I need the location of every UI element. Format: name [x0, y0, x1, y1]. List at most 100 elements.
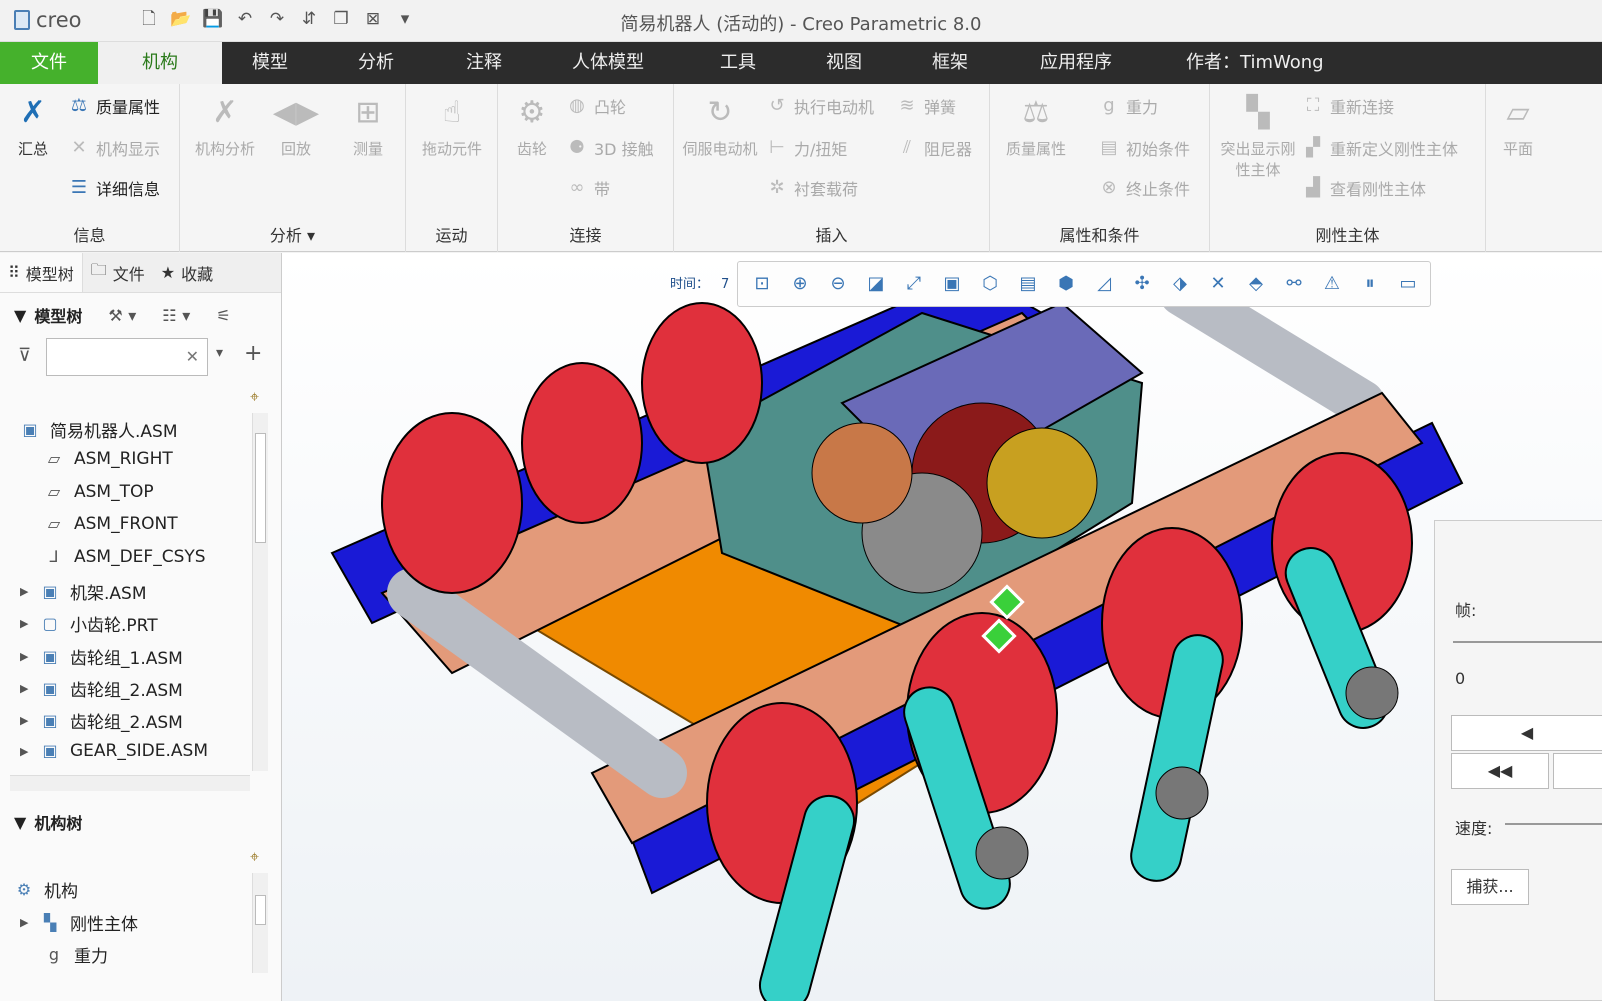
tree-item-pinion-prt[interactable]: ▶ ▢ 小齿轮.PRT [20, 611, 158, 637]
perspective-icon[interactable]: ⤢ [898, 268, 930, 300]
datum-display-icon[interactable]: ◿ [1088, 268, 1120, 300]
bushing-load-button[interactable]: ✲ 衬套载荷 [766, 176, 858, 200]
initial-condition-button[interactable]: ▤ 初始条件 [1098, 136, 1190, 160]
clear-search-icon[interactable]: ✕ [186, 347, 199, 366]
tree-item-gearset-2[interactable]: ▶ ▣ 齿轮组_2.ASM [20, 676, 183, 702]
mechanism-display-button[interactable]: ✕ 机构显示 [68, 136, 160, 160]
tree-columns-icon[interactable]: ☷ ▾ [162, 306, 190, 325]
gravity-button[interactable]: g 重力 [1098, 94, 1158, 118]
pin-icon[interactable]: ⌖ [250, 847, 259, 867]
tree-filters-icon[interactable]: ⚟ [216, 306, 230, 325]
tree-item-asm-front[interactable]: ▱ ASM_FRONT [44, 514, 178, 534]
spring-button[interactable]: ≋ 弹簧 [896, 94, 956, 118]
view-bodies-button[interactable]: ▟ 查看刚性主体 [1302, 176, 1426, 200]
saved-orientations-icon[interactable]: ⬡ [974, 268, 1006, 300]
add-filter-icon[interactable]: + [244, 341, 262, 366]
tab-favorites[interactable]: ★ 收藏 [153, 253, 221, 292]
tree-item-asm-def-csys[interactable]: ⅃ ASM_DEF_CSYS [44, 547, 206, 567]
tab-model[interactable]: 模型 [252, 42, 288, 84]
model-tree-hscrollbar[interactable] [10, 775, 250, 791]
next-control-button[interactable] [1553, 753, 1602, 789]
mech-tree-item-gravity[interactable]: g 重力 [44, 942, 108, 968]
repaint-icon[interactable]: ◪ [860, 268, 892, 300]
scrollbar-thumb[interactable] [255, 895, 266, 925]
connection-display-icon[interactable]: ✕ [1202, 268, 1234, 300]
summary-button[interactable]: ✗ 汇总 [8, 92, 58, 159]
speed-slider[interactable] [1505, 823, 1602, 825]
capture-button[interactable]: 捕获... [1451, 869, 1529, 905]
mass-properties-button[interactable]: ⚖ 质量属性 [996, 92, 1076, 159]
scrollbar-thumb[interactable] [255, 433, 266, 543]
model-tree-scrollbar[interactable] [252, 413, 268, 771]
measure-button[interactable]: ⊞ 测量 [340, 92, 396, 159]
section-icon[interactable]: ⬢ [1050, 268, 1082, 300]
mechanism-analysis-button[interactable]: ✗ 机构分析 [190, 92, 260, 159]
force-motor-button[interactable]: ↺ 执行电动机 [766, 94, 874, 118]
reconnect-button[interactable]: ⛶ 重新连接 [1302, 94, 1394, 118]
3d-contact-button[interactable]: ⚈ 3D 接触 [566, 136, 654, 160]
gears-button[interactable]: ⚙ 齿轮 [504, 92, 560, 159]
tab-model-tree[interactable]: ⠿ 模型树 [0, 253, 83, 292]
tree-search-input[interactable]: ✕ [46, 338, 208, 376]
tree-settings-icon[interactable]: ⚒ ▾ [108, 306, 136, 325]
body-display-icon[interactable]: ⬘ [1240, 268, 1272, 300]
tab-analysis[interactable]: 分析 [358, 42, 394, 84]
tab-folder-browser[interactable]: 🗀 文件 [83, 253, 153, 292]
tree-item-frame-asm[interactable]: ▶ ▣ 机架.ASM [20, 579, 147, 605]
search-options-icon[interactable]: ▾ [216, 345, 223, 361]
pause-icon[interactable]: ⏸ [1354, 268, 1386, 300]
play-backward-button[interactable]: ◀ [1451, 715, 1602, 751]
tree-item-gearset-1[interactable]: ▶ ▣ 齿轮组_1.ASM [20, 644, 183, 670]
rigid-body-icon: ▚ [43, 912, 57, 932]
tab-framework[interactable]: 框架 [932, 42, 968, 84]
display-style-icon[interactable]: ▣ [936, 268, 968, 300]
more-tools-icon[interactable]: ▭ [1392, 268, 1424, 300]
drag-components-button[interactable]: ☝ 拖动元件 [412, 92, 492, 159]
tree-item-root-asm[interactable]: ▣ 简易机器人.ASM [20, 417, 177, 443]
cam-button[interactable]: ◍ 凸轮 [566, 94, 626, 118]
mechanism-tree-header[interactable]: ▼ 机构树 [14, 810, 82, 834]
mech-tree-item-mechanism[interactable]: ⚙ 机构 [14, 877, 78, 903]
group-label-analysis[interactable]: 分析 ▾ [180, 222, 405, 246]
mass-properties-info-button[interactable]: ⚖ 质量属性 [68, 94, 160, 118]
termination-condition-button[interactable]: ⊗ 终止条件 [1098, 176, 1190, 200]
tab-annotate[interactable]: 注释 [466, 42, 502, 84]
csys-icon: ⅃ [49, 547, 59, 566]
tab-view[interactable]: 视图 [826, 42, 862, 84]
belt-button[interactable]: ∞ 带 [566, 176, 611, 200]
refit-icon[interactable]: ⊡ [746, 268, 778, 300]
servo-motor-button[interactable]: ↻ 伺服电动机 [680, 92, 760, 159]
frame-slider[interactable] [1453, 641, 1602, 643]
details-button[interactable]: ☰ 详细信息 [68, 176, 160, 200]
tab-mechanism[interactable]: 机构 [98, 42, 222, 84]
tab-applications[interactable]: 应用程序 [1040, 42, 1112, 84]
tree-item-gearset-2b[interactable]: ▶ ▣ 齿轮组_2.ASM [20, 708, 183, 734]
plane-button[interactable]: ▱ 平面 [1490, 92, 1546, 159]
tree-item-gear-side[interactable]: ▶ ▣ GEAR_SIDE.ASM [20, 741, 208, 761]
filter-icon[interactable]: ⊽ [18, 345, 31, 366]
joint-display-icon[interactable]: ⚯ [1278, 268, 1310, 300]
tree-item-asm-top[interactable]: ▱ ASM_TOP [44, 482, 154, 502]
mechanism-tree-scrollbar[interactable] [252, 873, 268, 973]
tab-file[interactable]: 文件 [0, 42, 98, 84]
tab-manikin[interactable]: 人体模型 [572, 42, 644, 84]
pin-icon[interactable]: ⌖ [250, 387, 259, 407]
annotation-display-icon[interactable]: ⬗ [1164, 268, 1196, 300]
spin-center-icon[interactable]: ✣ [1126, 268, 1158, 300]
rewind-button[interactable]: ◀◀ [1451, 753, 1549, 789]
force-torque-button[interactable]: ⊢ 力/扭矩 [766, 136, 847, 160]
warning-display-icon[interactable]: ⚠ [1316, 268, 1348, 300]
zoom-in-icon[interactable]: ⊕ [784, 268, 816, 300]
playback-button[interactable]: ◀▶ 回放 [268, 92, 324, 159]
graphics-viewport[interactable]: 时间： 7 ⊡ ⊕ ⊖ ◪ ⤢ ▣ ⬡ ▤ ⬢ ◿ ✣ ⬗ ✕ ⬘ ⚯ ⚠ ⏸ ▭ [282, 253, 1602, 1001]
tab-tools[interactable]: 工具 [720, 42, 756, 84]
zoom-out-icon[interactable]: ⊖ [822, 268, 854, 300]
robot-3d-model[interactable] [282, 253, 1602, 1001]
highlight-bodies-button[interactable]: ▚ 突出显示刚性主体 [1216, 92, 1300, 180]
redefine-bodies-button[interactable]: ▞ 重新定义刚性主体 [1302, 136, 1458, 160]
view-manager-icon[interactable]: ▤ [1012, 268, 1044, 300]
mech-tree-item-rigid-bodies[interactable]: ▶ ▚ 刚性主体 [20, 910, 138, 936]
model-tree-header[interactable]: ▼ 模型树 ⚒ ▾ ☷ ▾ ⚟ [14, 303, 231, 327]
damper-button[interactable]: ⫽ 阻尼器 [896, 136, 972, 160]
tree-item-asm-right[interactable]: ▱ ASM_RIGHT [44, 449, 173, 469]
